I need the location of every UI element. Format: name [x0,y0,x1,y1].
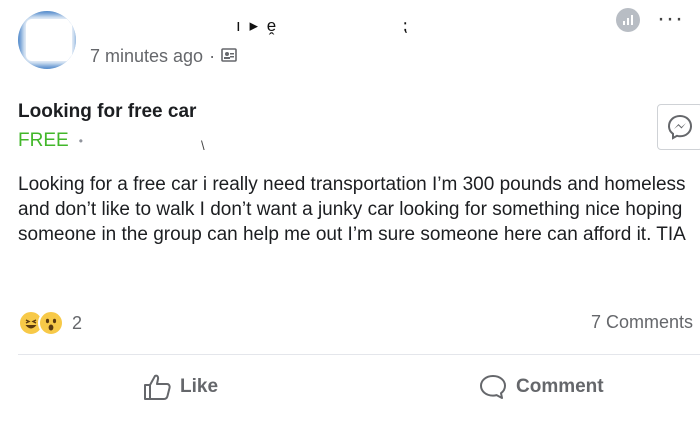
comment-label: Comment [516,376,604,397]
privacy-icon [221,46,237,67]
meta-separator: · [209,46,216,66]
avatar-redaction [26,19,72,61]
listing-price-row: FREE • [18,130,83,152]
author-avatar[interactable] [18,11,76,69]
comments-count-link[interactable]: 7 Comments [591,312,693,333]
like-icon [144,374,171,400]
listing-price: FREE [18,130,69,151]
more-icon[interactable]: ··· [657,7,684,31]
reaction-count: 2 [72,312,83,333]
messenger-button[interactable] [657,104,700,150]
like-label: Like [180,376,219,397]
action-divider [18,354,700,355]
post-timestamp[interactable]: 7 minutes ago [90,46,203,67]
comment-button[interactable]: Comment [478,373,604,401]
post-meta: 7 minutes ago · [90,46,237,67]
reaction-summary[interactable]: 2 [18,310,82,336]
post-body: Looking for a free car i really need tra… [18,174,686,245]
messenger-icon [667,114,693,140]
author-name[interactable]: ı ▸ ḙ [236,16,278,36]
stats-icon[interactable] [616,8,640,32]
listing-location: \ [201,138,205,153]
comment-icon [480,375,506,399]
group-name[interactable]: ⁏ [402,16,408,36]
wow-emoji-icon [38,310,64,336]
price-separator: • [78,134,83,148]
listing-title: Looking for free car [18,101,197,122]
like-button[interactable]: Like [142,373,218,401]
